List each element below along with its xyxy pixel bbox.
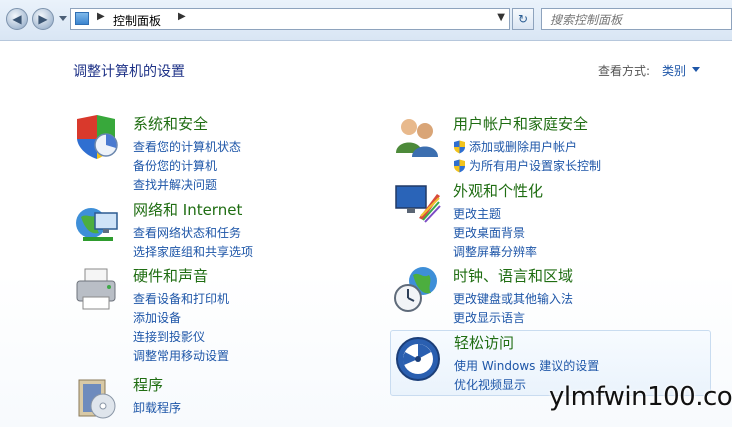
link-display-language[interactable]: 更改显示语言 <box>453 308 573 327</box>
category-title[interactable]: 外观和个性化 <box>453 180 543 201</box>
page-title: 调整计算机的设置 <box>73 64 185 80</box>
category-user-accounts: 用户帐户和家庭安全 添加或删除用户帐户 为所有用户设置家长控制 <box>393 113 713 173</box>
programs-icon[interactable] <box>73 374 121 422</box>
category-programs: 程序 卸载程序 <box>73 374 373 424</box>
refresh-button[interactable]: ↻ <box>512 8 534 30</box>
breadcrumb-control-panel[interactable]: 控制面板 <box>113 12 161 29</box>
search-input[interactable] <box>550 11 725 29</box>
control-panel-content: 调整计算机的设置 查看方式: 类别 系统和安全 查看您的计算机状态 备份您的计算… <box>0 41 732 427</box>
link-windows-suggested-settings[interactable]: 使用 Windows 建议的设置 <box>454 356 599 375</box>
category-title[interactable]: 硬件和声音 <box>133 265 208 286</box>
category-links: 添加或删除用户帐户 为所有用户设置家长控制 <box>453 137 601 175</box>
printer-icon[interactable] <box>73 265 121 313</box>
users-icon[interactable] <box>393 113 441 161</box>
link-change-input-method[interactable]: 更改键盘或其他输入法 <box>453 289 573 308</box>
category-hardware-sound: 硬件和声音 查看设备和打印机 添加设备 连接到投影仪 调整常用移动设置 <box>73 265 373 365</box>
forward-button[interactable]: ▶ <box>32 8 54 30</box>
link-change-theme[interactable]: 更改主题 <box>453 204 537 223</box>
category-title[interactable]: 系统和安全 <box>133 113 208 134</box>
back-arrow-icon: ◀ <box>12 12 22 26</box>
category-title[interactable]: 时钟、语言和区域 <box>453 265 573 286</box>
appearance-icon[interactable] <box>393 180 441 228</box>
chevron-down-icon[interactable] <box>692 67 700 72</box>
category-links: 卸载程序 <box>133 398 181 417</box>
category-system-security: 系统和安全 查看您的计算机状态 备份您的计算机 查找并解决问题 <box>73 113 373 193</box>
network-globe-icon[interactable] <box>73 199 121 247</box>
watermark-text: ylmfwin100.com <box>549 382 732 412</box>
link-uninstall-program[interactable]: 卸载程序 <box>133 398 181 417</box>
shield-security-icon[interactable] <box>73 113 121 161</box>
category-title[interactable]: 用户帐户和家庭安全 <box>453 113 588 134</box>
refresh-icon: ↻ <box>517 12 529 26</box>
view-by-dropdown[interactable]: 类别 <box>662 62 686 79</box>
breadcrumb-separator-icon[interactable]: ▶ <box>178 11 186 22</box>
category-clock-language-region: 时钟、语言和区域 更改键盘或其他输入法 更改显示语言 <box>393 265 713 325</box>
link-connect-projector[interactable]: 连接到投影仪 <box>133 327 229 346</box>
link-mobility-settings[interactable]: 调整常用移动设置 <box>133 346 229 365</box>
forward-arrow-icon: ▶ <box>38 12 48 26</box>
link-network-status[interactable]: 查看网络状态和任务 <box>133 223 253 242</box>
back-button[interactable]: ◀ <box>6 8 28 30</box>
link-add-device[interactable]: 添加设备 <box>133 308 229 327</box>
navigation-toolbar: ◀ ▶ ▶ 控制面板 ▶ ▼ ↻ <box>0 0 732 41</box>
category-network-internet: 网络和 Internet 查看网络状态和任务 选择家庭组和共享选项 <box>73 199 373 259</box>
category-appearance: 外观和个性化 更改主题 更改桌面背景 调整屏幕分辨率 <box>393 180 713 260</box>
link-view-computer-status[interactable]: 查看您的计算机状态 <box>133 137 241 156</box>
view-by-label: 查看方式: <box>598 64 651 78</box>
link-add-remove-accounts[interactable]: 添加或删除用户帐户 <box>453 137 601 156</box>
address-bar[interactable]: ▶ 控制面板 ▶ ▼ <box>70 8 510 30</box>
link-label: 为所有用户设置家长控制 <box>469 159 602 173</box>
category-links: 更改键盘或其他输入法 更改显示语言 <box>453 289 573 327</box>
category-links: 更改主题 更改桌面背景 调整屏幕分辨率 <box>453 204 537 261</box>
link-parental-controls[interactable]: 为所有用户设置家长控制 <box>453 156 601 175</box>
category-links: 查看网络状态和任务 选择家庭组和共享选项 <box>133 223 253 261</box>
control-panel-icon <box>75 12 89 25</box>
breadcrumb-separator-icon[interactable]: ▶ <box>97 11 105 22</box>
ease-of-access-icon <box>396 337 440 381</box>
uac-shield-icon <box>454 140 465 153</box>
category-links: 查看您的计算机状态 备份您的计算机 查找并解决问题 <box>133 137 241 194</box>
clock-globe-icon[interactable] <box>393 265 441 313</box>
link-label: 添加或删除用户帐户 <box>469 140 578 154</box>
recent-pages-dropdown[interactable] <box>59 16 67 21</box>
search-box <box>541 8 732 30</box>
link-desktop-background[interactable]: 更改桌面背景 <box>453 223 537 242</box>
category-title[interactable]: 网络和 Internet <box>133 199 242 220</box>
link-devices-printers[interactable]: 查看设备和打印机 <box>133 289 229 308</box>
address-dropdown-icon[interactable]: ▼ <box>497 12 505 23</box>
category-title[interactable]: 轻松访问 <box>454 332 514 353</box>
link-troubleshoot[interactable]: 查找并解决问题 <box>133 175 241 194</box>
category-links: 查看设备和打印机 添加设备 连接到投影仪 调整常用移动设置 <box>133 289 229 365</box>
uac-shield-icon <box>454 159 465 172</box>
link-backup-computer[interactable]: 备份您的计算机 <box>133 156 241 175</box>
link-homegroup-sharing[interactable]: 选择家庭组和共享选项 <box>133 242 253 261</box>
link-screen-resolution[interactable]: 调整屏幕分辨率 <box>453 242 537 261</box>
category-title[interactable]: 程序 <box>133 374 163 395</box>
